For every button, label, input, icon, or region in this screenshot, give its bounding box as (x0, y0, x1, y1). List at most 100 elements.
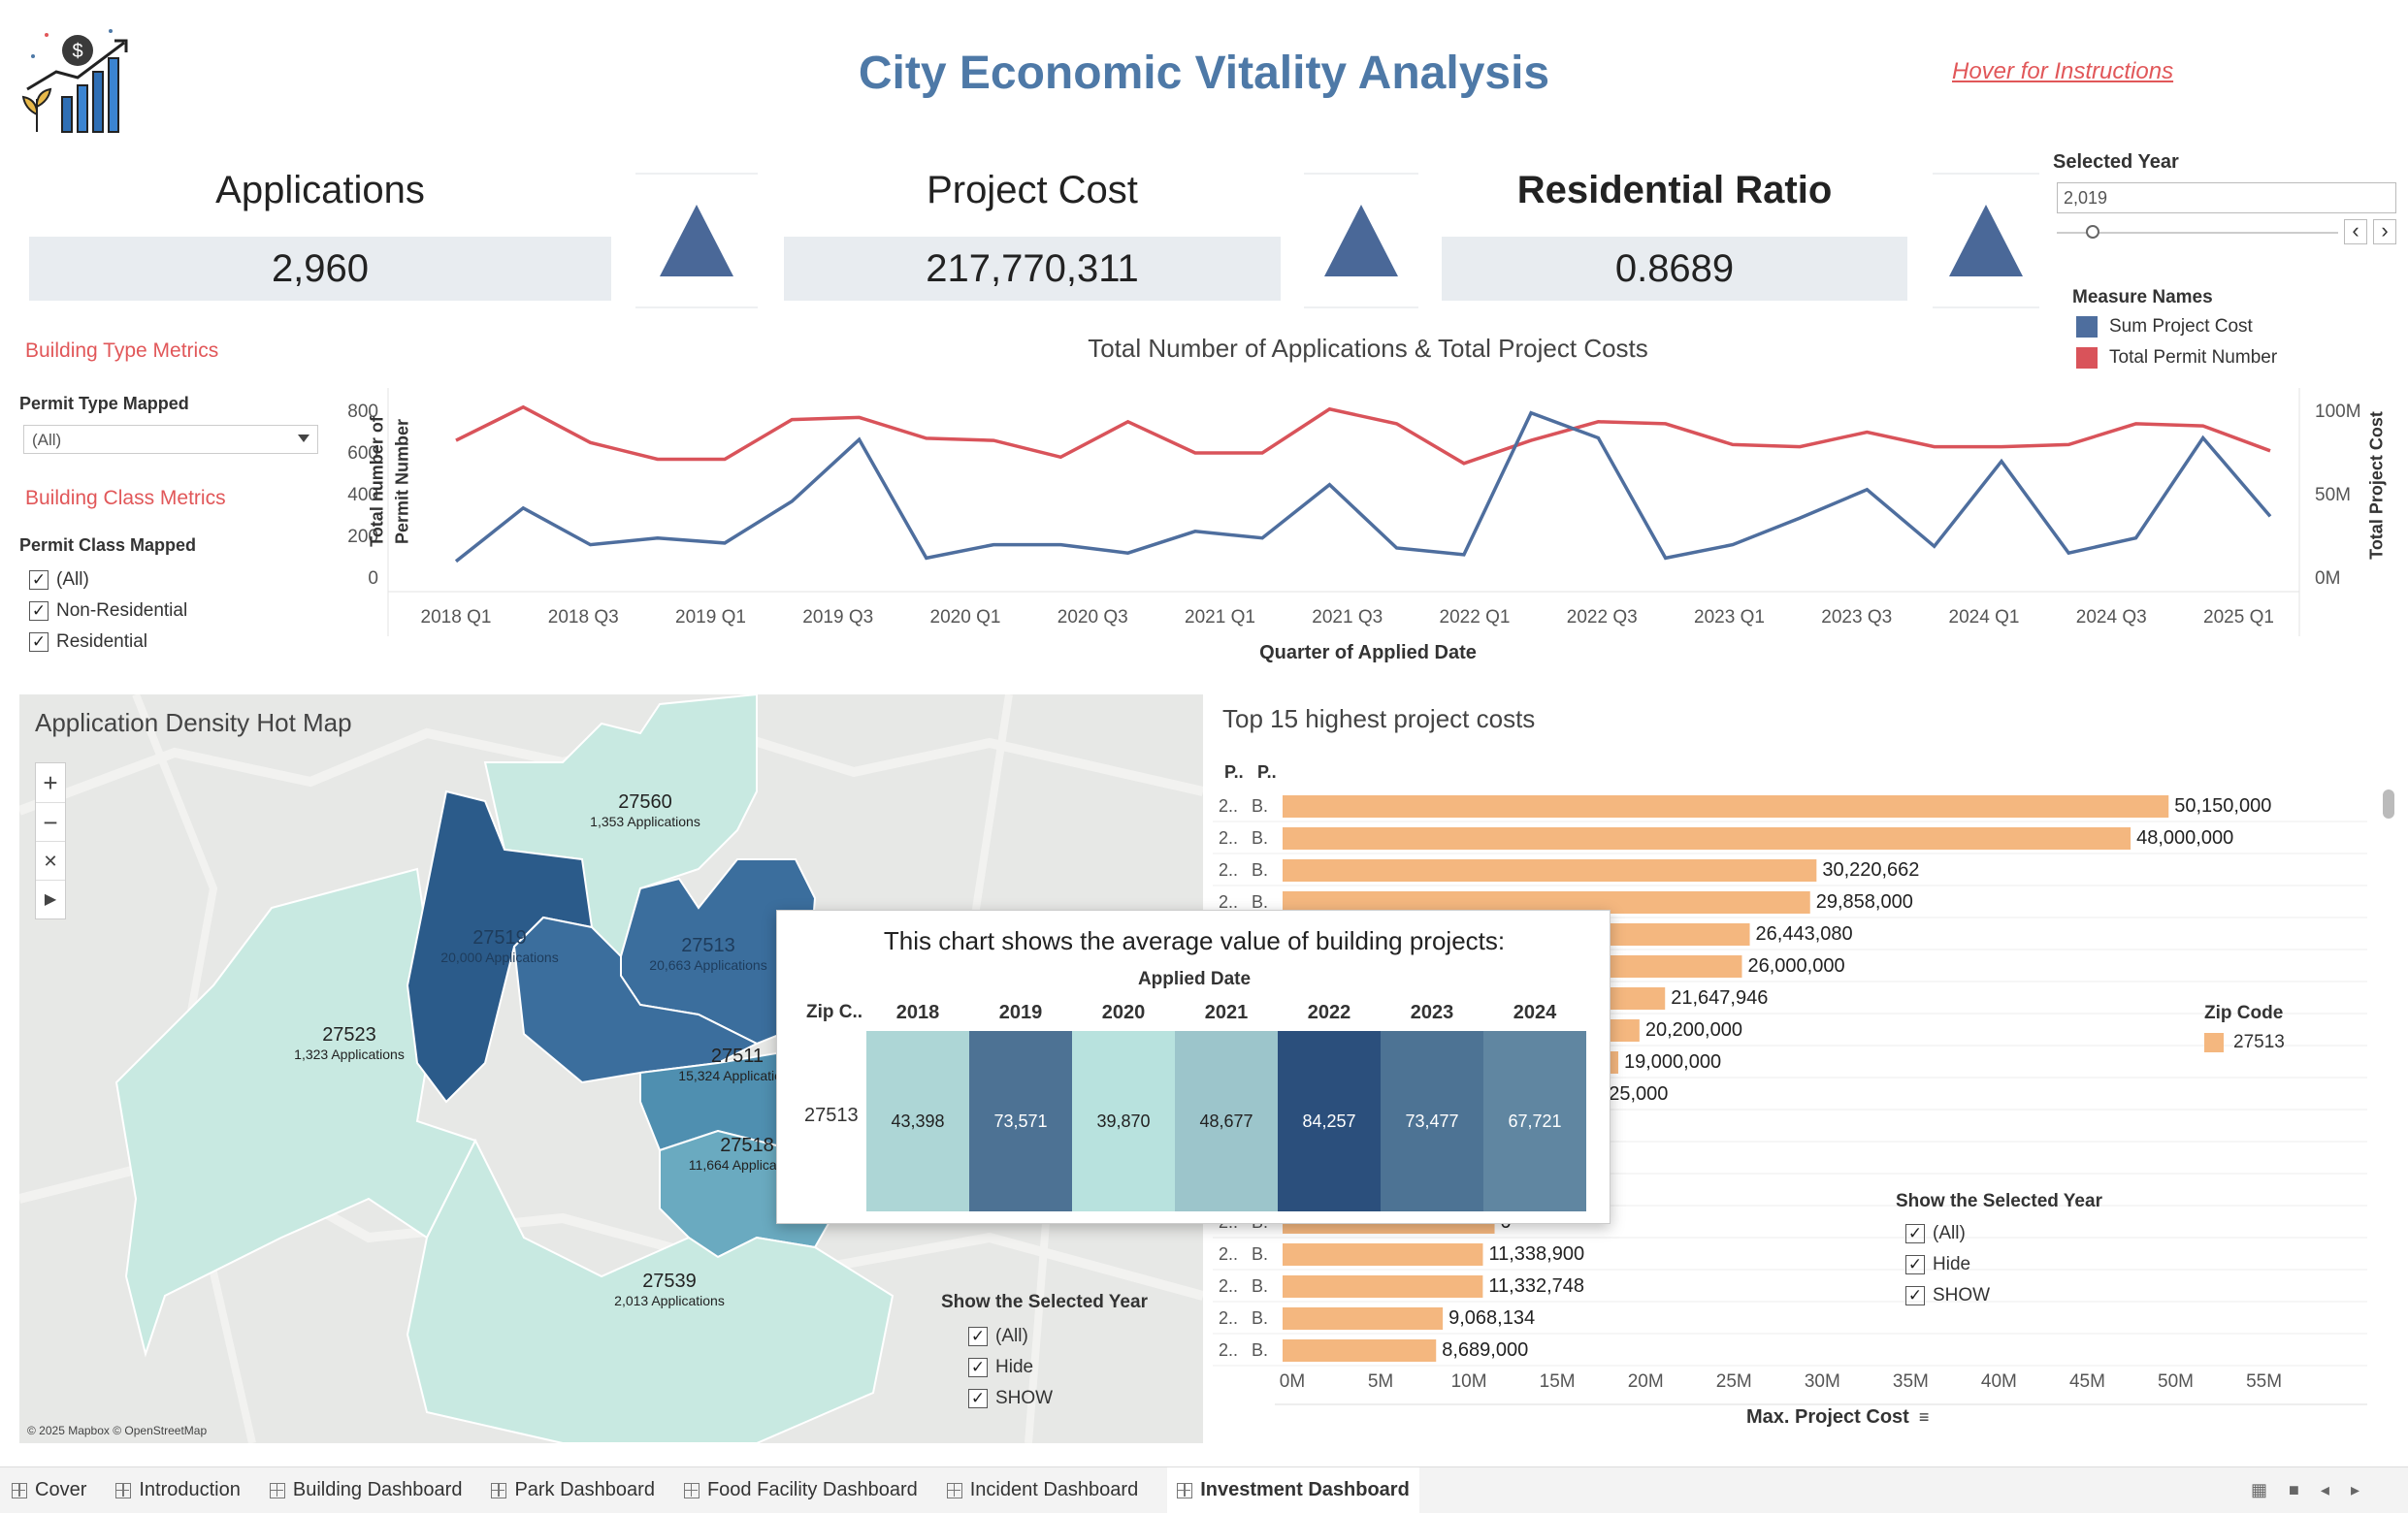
map-region-27513[interactable]: 27513 20,663 Applications (621, 935, 796, 973)
year-slider[interactable] (2057, 225, 2338, 239)
legend-item-sum-project-cost[interactable]: Sum Project Cost (2076, 316, 2253, 338)
tab-park-dashboard[interactable]: Park Dashboard (491, 1479, 655, 1501)
line-chart-svg: 02004006008000M50M100M2018 Q1 2018 Q3 2019… (347, 388, 2361, 636)
dashboard-icon (946, 1482, 962, 1498)
checkbox-checked-icon: ✓ (968, 1358, 988, 1377)
permit-class-option-residential[interactable]: ✓ Residential (29, 627, 187, 658)
map-show-year-title: Show the Selected Year (941, 1292, 1148, 1312)
bar-row-label: 2.. (1219, 1276, 1238, 1296)
kpi-residential-ratio-trend (1933, 173, 2039, 308)
line-chart-title: Total Number of Applications & Total Pro… (1088, 334, 1648, 363)
tab-incident-dashboard[interactable]: Incident Dashboard (946, 1479, 1138, 1501)
bar-row-label: B. (1252, 1244, 1268, 1264)
heatmap-cell[interactable]: 67,721 (1483, 1031, 1586, 1211)
zoom-out-button[interactable]: − (36, 802, 65, 841)
x-tick-label: 2020 Q1 (930, 607, 1001, 628)
bar-row-label: B. (1252, 1308, 1268, 1328)
bar-value-label: 21,647,946 (1671, 987, 1768, 1009)
zip-legend-item[interactable]: 27513 (2204, 1032, 2285, 1053)
tab-food-facility-dashboard[interactable]: Food Facility Dashboard (683, 1479, 918, 1501)
bar-row-label: B. (1252, 828, 1268, 848)
sort-icon[interactable]: ≡ (1919, 1407, 1930, 1428)
legend-item-total-permit-number[interactable]: Total Permit Number (2076, 347, 2277, 369)
kpi-applications-trend (635, 173, 758, 308)
x-tick-label: 25M (1716, 1371, 1752, 1392)
map-show-year-option-all[interactable]: ✓ (All) (968, 1321, 1148, 1352)
heatmap-cell[interactable]: 43,398 (866, 1031, 969, 1211)
bar-row-label: B. (1252, 860, 1268, 880)
x-tick-label: 2019 Q3 (802, 607, 873, 628)
map-region-27519[interactable]: 27519 20,000 Applications (417, 927, 582, 965)
bar-value-label: 29,858,000 (1816, 891, 1913, 913)
map-region-27539[interactable]: 27539 2,013 Applications (582, 1271, 757, 1308)
building-type-metrics-title[interactable]: Building Type Metrics (25, 339, 218, 363)
bar-show-year-option-all[interactable]: ✓ (All) (1905, 1218, 2102, 1249)
map-show-year-option-hide[interactable]: ✓ Hide (968, 1352, 1148, 1383)
x-tick-label: 2019 Q1 (675, 607, 746, 628)
heatmap-cell[interactable]: 48,677 (1175, 1031, 1278, 1211)
zoom-in-button[interactable]: + (36, 763, 65, 802)
reset-selection-icon[interactable]: ✕ (36, 841, 65, 880)
x-tick-label: 2018 Q1 (421, 607, 492, 628)
heatmap-cell[interactable]: 73,571 (969, 1031, 1072, 1211)
bar-row-label: 2.. (1219, 892, 1238, 912)
tab-building-dashboard[interactable]: Building Dashboard (269, 1479, 462, 1501)
x-tick-label: 15M (1540, 1371, 1576, 1392)
tab-introduction[interactable]: Introduction (115, 1479, 241, 1501)
permit-class-option-non-residential[interactable]: ✓ Non-Residential (29, 596, 187, 627)
map-show-year-option-show[interactable]: ✓ SHOW (968, 1383, 1148, 1414)
x-tick-label: 55M (2246, 1371, 2282, 1392)
checkbox-checked-icon: ✓ (1905, 1255, 1925, 1274)
instructions-link[interactable]: Hover for Instructions (1952, 58, 2173, 85)
bar-value-label: 9,068,134 (1448, 1307, 1535, 1329)
film-strip-icon[interactable]: ■ (2289, 1480, 2299, 1500)
bar-show-year-option-show[interactable]: ✓ SHOW (1905, 1280, 2102, 1311)
x-tick-label: 35M (1893, 1371, 1929, 1392)
bar-chart-title: Top 15 highest project costs (1222, 704, 1536, 733)
triangle-up-icon (1324, 205, 1398, 276)
grid-view-icon[interactable]: ▦ (2251, 1480, 2267, 1500)
map-region-27560[interactable]: 27560 1,353 Applications (563, 791, 728, 829)
tab-investment-dashboard[interactable]: Investment Dashboard (1167, 1466, 1419, 1514)
permit-class-option-all[interactable]: ✓ (All) (29, 564, 187, 596)
next-tab-icon[interactable]: ▸ (2351, 1480, 2359, 1500)
heatmap-cell[interactable]: 84,257 (1278, 1031, 1381, 1211)
year-prev-button[interactable]: ‹ (2344, 219, 2367, 244)
line-chart-x-label: Quarter of Applied Date (1259, 642, 1477, 663)
bar-show-year-option-hide[interactable]: ✓ Hide (1905, 1249, 2102, 1280)
prev-tab-icon[interactable]: ◂ (2321, 1480, 2329, 1500)
bar-scrollbar[interactable] (2383, 789, 2394, 819)
x-tick-label: 2023 Q1 (1694, 607, 1765, 628)
permit-type-dropdown[interactable]: (All) (23, 425, 318, 454)
line-chart[interactable]: 0 200 400 600 800 0M 50M 100M 2018 Q1 2018 Q3 2019… (330, 382, 2406, 683)
bar-row-label: 2.. (1219, 828, 1238, 848)
bar-value-label: 50,150,000 (2174, 795, 2271, 817)
line-chart-y-label: Total number of Permit Number (367, 416, 412, 547)
selected-year-input[interactable]: 2,019 (2057, 182, 2396, 213)
map-attribution[interactable]: © 2025 Mapbox © OpenStreetMap (27, 1424, 207, 1437)
play-icon[interactable]: ▶ (36, 880, 65, 918)
year-next-button[interactable]: › (2373, 219, 2396, 244)
bar (1283, 827, 2131, 850)
bar-row-label: 2.. (1219, 796, 1238, 816)
bar-value-label: 8,689,000 (1442, 1339, 1528, 1361)
map-region-27523[interactable]: 27523 1,323 Applications (262, 1024, 437, 1062)
building-class-metrics-title[interactable]: Building Class Metrics (25, 487, 226, 510)
heatmap-tooltip: This chart shows the average value of bu… (776, 910, 1611, 1224)
checkbox-checked-icon: ✓ (29, 601, 49, 621)
heatmap-year-header: 2019 (998, 1002, 1043, 1023)
tab-nav-controls: ▦ ■ ◂ ▸ (2251, 1480, 2359, 1500)
x-tick-label: 2021 Q3 (1312, 607, 1383, 628)
heatmap-year-header: 2023 (1410, 1002, 1454, 1023)
y2-tick-label: 100M (2315, 402, 2361, 422)
bar-chart-header-col1: P.. (1224, 762, 1244, 782)
heatmap-year-header: 2021 (1204, 1002, 1249, 1023)
checkbox-checked-icon: ✓ (29, 632, 49, 652)
x-tick-label: 30M (1805, 1371, 1840, 1392)
bar-show-year-filter: Show the Selected Year ✓ (All) ✓ Hide ✓ SHO… (1896, 1191, 2102, 1311)
year-slider-handle[interactable] (2086, 225, 2099, 239)
heatmap-cell[interactable]: 39,870 (1072, 1031, 1175, 1211)
tab-cover[interactable]: Cover (12, 1479, 86, 1501)
heatmap-cell[interactable]: 73,477 (1381, 1031, 1483, 1211)
bar-chart-x-label: Max. Project Cost ≡ (1746, 1406, 1930, 1428)
